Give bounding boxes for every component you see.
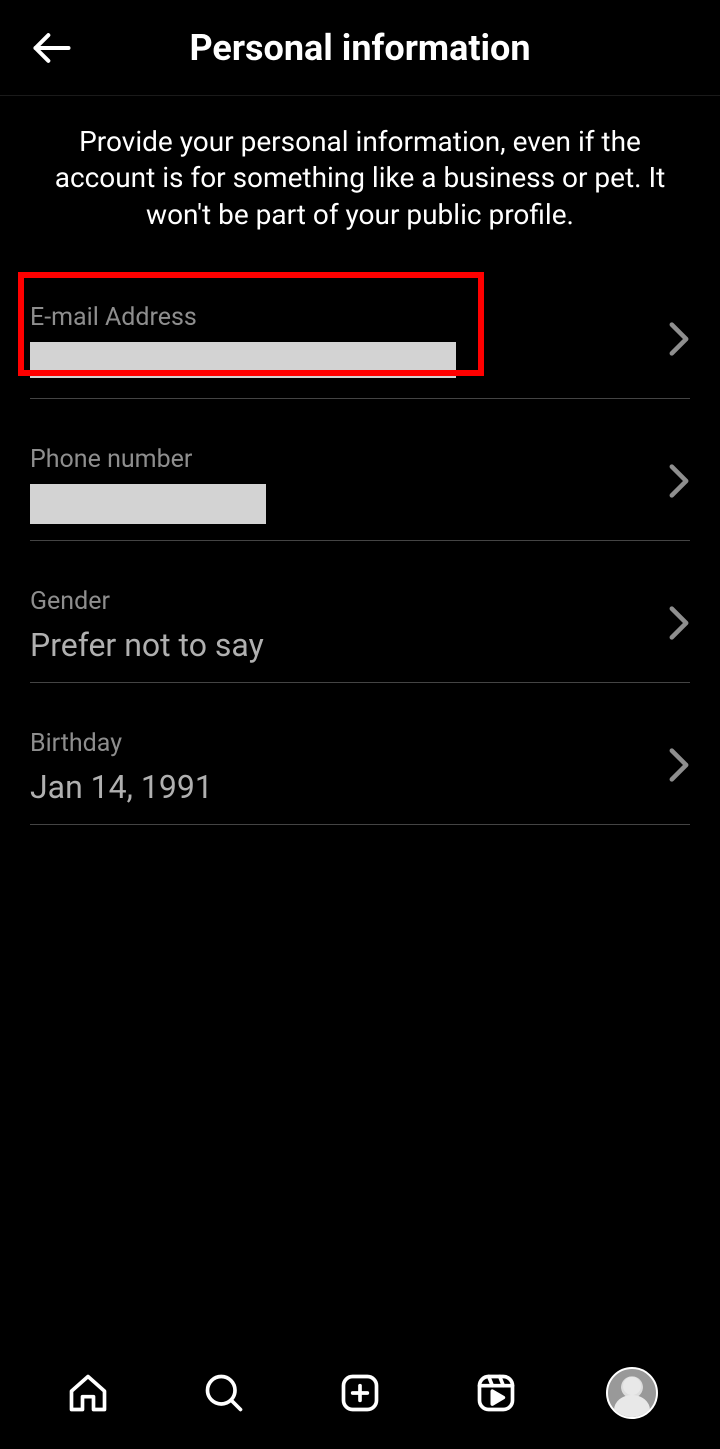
redacted-block [30,342,456,378]
redacted-block [30,484,266,524]
plus-square-icon [338,1371,382,1415]
chevron-right-icon [668,747,690,787]
chevron-right-icon [668,463,690,503]
search-icon [202,1371,246,1415]
field-birthday-label: Birthday [30,729,690,758]
arrow-left-icon [30,26,74,70]
home-icon [66,1371,110,1415]
nav-home[interactable] [60,1365,116,1421]
field-gender-value: Prefer not to say [30,626,690,666]
nav-search[interactable] [196,1365,252,1421]
nav-reels[interactable] [468,1365,524,1421]
page-header: Personal information [0,0,720,96]
field-birthday[interactable]: Birthday Jan 14, 1991 [30,709,690,825]
field-gender[interactable]: Gender Prefer not to say [30,567,690,683]
field-email-value [30,342,690,382]
field-email-label: E-mail Address [30,303,690,332]
chevron-right-icon [668,321,690,361]
page-description: Provide your personal information, even … [0,96,720,257]
fields-list: E-mail Address Phone number Gender Prefe… [0,283,720,825]
page-title: Personal information [80,27,640,69]
field-phone[interactable]: Phone number [30,425,690,541]
bottom-navigation [0,1349,720,1449]
field-gender-label: Gender [30,587,690,616]
nav-profile[interactable] [604,1365,660,1421]
back-button[interactable] [24,20,80,76]
reels-icon [474,1371,518,1415]
chevron-right-icon [668,605,690,645]
nav-create[interactable] [332,1365,388,1421]
avatar-icon [606,1367,658,1419]
field-phone-value [30,484,690,524]
field-birthday-value: Jan 14, 1991 [30,768,690,808]
field-email[interactable]: E-mail Address [30,283,690,399]
field-phone-label: Phone number [30,445,690,474]
